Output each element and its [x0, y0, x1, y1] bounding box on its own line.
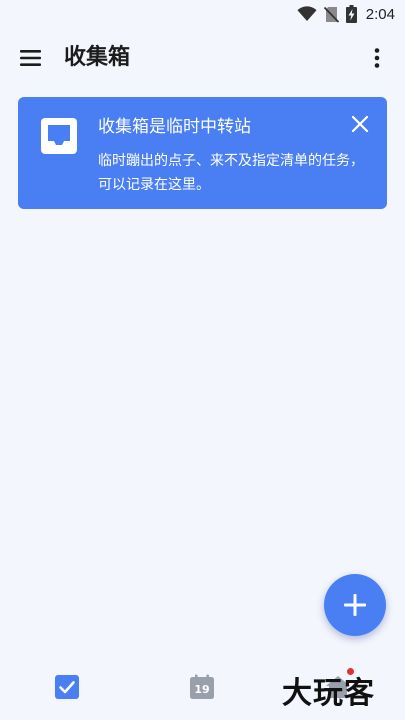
- no-sim-icon: [323, 6, 339, 23]
- status-time: 2:04: [365, 5, 395, 23]
- calendar-day-number: 19: [194, 683, 210, 696]
- close-icon[interactable]: [351, 115, 369, 133]
- app-bar: 收集箱: [0, 28, 405, 88]
- inbox-info-card: 收集箱是临时中转站 临时蹦出的点子、来不及指定清单的任务，可以记录在这里。: [18, 97, 387, 209]
- card-description: 临时蹦出的点子、来不及指定清单的任务，可以记录在这里。: [98, 153, 364, 193]
- status-bar: 2:04: [0, 0, 405, 28]
- status-icons: 2:04: [297, 4, 395, 24]
- wifi-icon: [297, 6, 317, 21]
- calendar-tab[interactable]: 19: [189, 674, 215, 700]
- more-vertical-icon[interactable]: [365, 46, 389, 70]
- inbox-icon: [41, 118, 77, 154]
- battery-charging-icon: [345, 5, 357, 23]
- card-title: 收集箱是临时中转站: [98, 117, 251, 137]
- watermark-text: 大玩客: [282, 676, 375, 711]
- hamburger-menu-icon[interactable]: [18, 46, 44, 70]
- checkbox-icon[interactable]: [54, 674, 80, 700]
- page-title: 收集箱: [64, 45, 131, 70]
- add-task-button[interactable]: [324, 574, 386, 636]
- plus-icon: [344, 594, 366, 616]
